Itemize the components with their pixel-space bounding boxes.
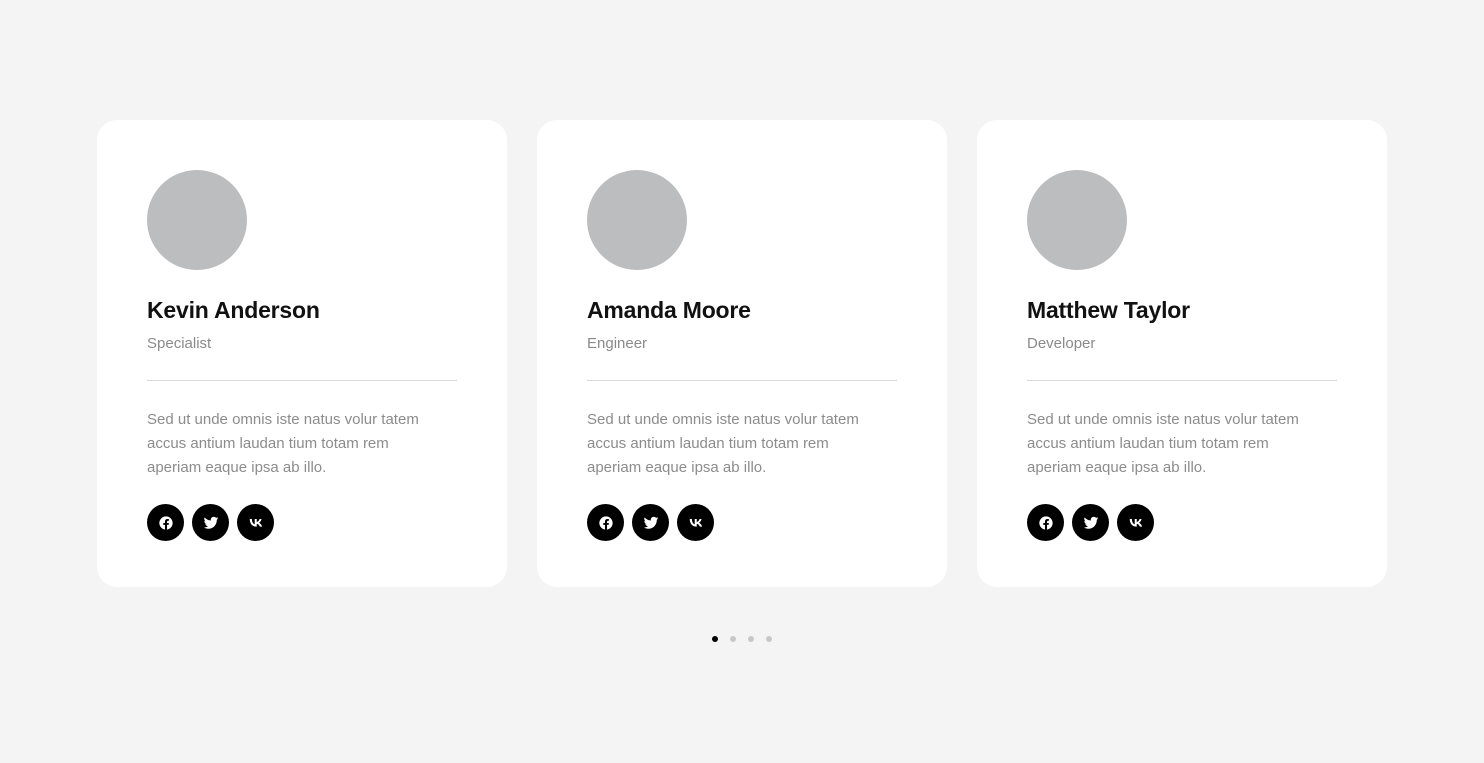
- facebook-icon: [598, 515, 613, 530]
- member-role: Specialist: [147, 335, 212, 352]
- member-bio: Sed ut unde omnis iste natus volur tatem…: [587, 411, 859, 476]
- social-links: [587, 504, 897, 541]
- member-role: Developer: [1027, 335, 1096, 352]
- divider: [1027, 380, 1337, 381]
- twitter-icon: [1083, 516, 1098, 529]
- team-member-card: Matthew Taylor Developer Sed ut unde omn…: [977, 120, 1387, 587]
- team-member-card: Amanda Moore Engineer Sed ut unde omnis …: [537, 120, 947, 587]
- facebook-link[interactable]: [587, 504, 624, 541]
- pagination-dot-3[interactable]: [748, 636, 754, 642]
- social-links: [147, 504, 457, 541]
- avatar: [147, 170, 247, 270]
- facebook-link[interactable]: [147, 504, 184, 541]
- pagination-dot-4[interactable]: [766, 636, 772, 642]
- divider: [587, 380, 897, 381]
- pagination-dot-2[interactable]: [730, 636, 736, 642]
- twitter-link[interactable]: [1072, 504, 1109, 541]
- facebook-link[interactable]: [1027, 504, 1064, 541]
- member-bio: Sed ut unde omnis iste natus volur tatem…: [1027, 411, 1299, 476]
- twitter-icon: [203, 516, 218, 529]
- member-bio: Sed ut unde omnis iste natus volur tatem…: [147, 411, 419, 476]
- twitter-link[interactable]: [632, 504, 669, 541]
- vk-link[interactable]: [1117, 504, 1154, 541]
- vk-icon: [1129, 518, 1142, 527]
- avatar: [587, 170, 687, 270]
- pagination-dot-1[interactable]: [712, 636, 718, 642]
- carousel-pagination: [712, 636, 772, 642]
- team-carousel: Kevin Anderson Specialist Sed ut unde om…: [97, 120, 1387, 587]
- twitter-link[interactable]: [192, 504, 229, 541]
- avatar: [1027, 170, 1127, 270]
- facebook-icon: [158, 515, 173, 530]
- social-links: [1027, 504, 1337, 541]
- vk-link[interactable]: [237, 504, 274, 541]
- vk-icon: [249, 518, 262, 527]
- team-member-card: Kevin Anderson Specialist Sed ut unde om…: [97, 120, 507, 587]
- member-name: Amanda Moore: [587, 297, 751, 323]
- twitter-icon: [643, 516, 658, 529]
- facebook-icon: [1038, 515, 1053, 530]
- member-name: Matthew Taylor: [1027, 297, 1190, 323]
- divider: [147, 380, 457, 381]
- vk-link[interactable]: [677, 504, 714, 541]
- member-name: Kevin Anderson: [147, 297, 320, 323]
- member-role: Engineer: [587, 335, 648, 352]
- vk-icon: [689, 518, 702, 527]
